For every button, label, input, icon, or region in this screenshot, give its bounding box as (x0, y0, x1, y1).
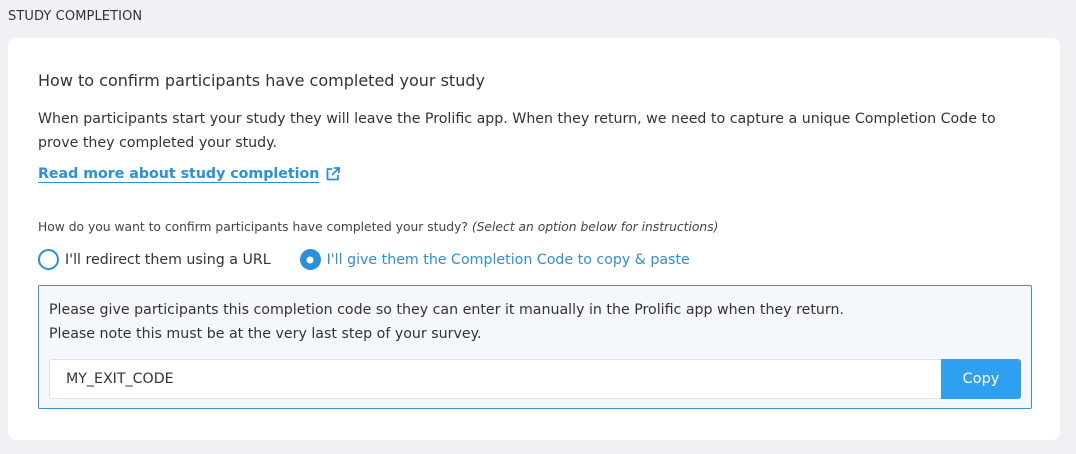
completion-options: I'll redirect them using a URL I'll give… (38, 249, 690, 270)
card-heading: How to confirm participants have complet… (38, 71, 485, 90)
question-text: How do you want to confirm participants … (38, 220, 468, 234)
radio-redirect-url[interactable] (38, 249, 59, 270)
completion-code-input[interactable] (49, 359, 941, 399)
instruction-text: Please give participants this completion… (49, 298, 844, 346)
option-redirect-url[interactable]: I'll redirect them using a URL (38, 249, 271, 270)
radio-copy-paste-code[interactable] (299, 249, 321, 270)
copy-button[interactable]: Copy (941, 359, 1021, 399)
option-copy-paste-code-label[interactable]: I'll give them the Completion Code to co… (327, 252, 690, 268)
study-completion-card: How to confirm participants have complet… (8, 38, 1060, 440)
instruction-line-2: Please note this must be at the very las… (49, 326, 482, 342)
external-link-icon[interactable] (325, 166, 341, 182)
completion-question: How do you want to confirm participants … (38, 220, 718, 234)
instruction-line-1: Please give participants this completion… (49, 302, 844, 318)
read-more-link[interactable]: Read more about study completion (38, 166, 341, 182)
section-title: STUDY COMPLETION (8, 9, 143, 24)
instruction-box: Please give participants this completion… (38, 285, 1032, 409)
read-more-link-text[interactable]: Read more about study completion (38, 166, 319, 182)
question-hint: (Select an option below for instructions… (471, 220, 719, 234)
card-description: When participants start your study they … (38, 111, 996, 151)
option-redirect-url-label[interactable]: I'll redirect them using a URL (65, 252, 271, 268)
code-row: Copy (49, 359, 1021, 399)
option-copy-paste-code[interactable]: I'll give them the Completion Code to co… (299, 249, 690, 270)
